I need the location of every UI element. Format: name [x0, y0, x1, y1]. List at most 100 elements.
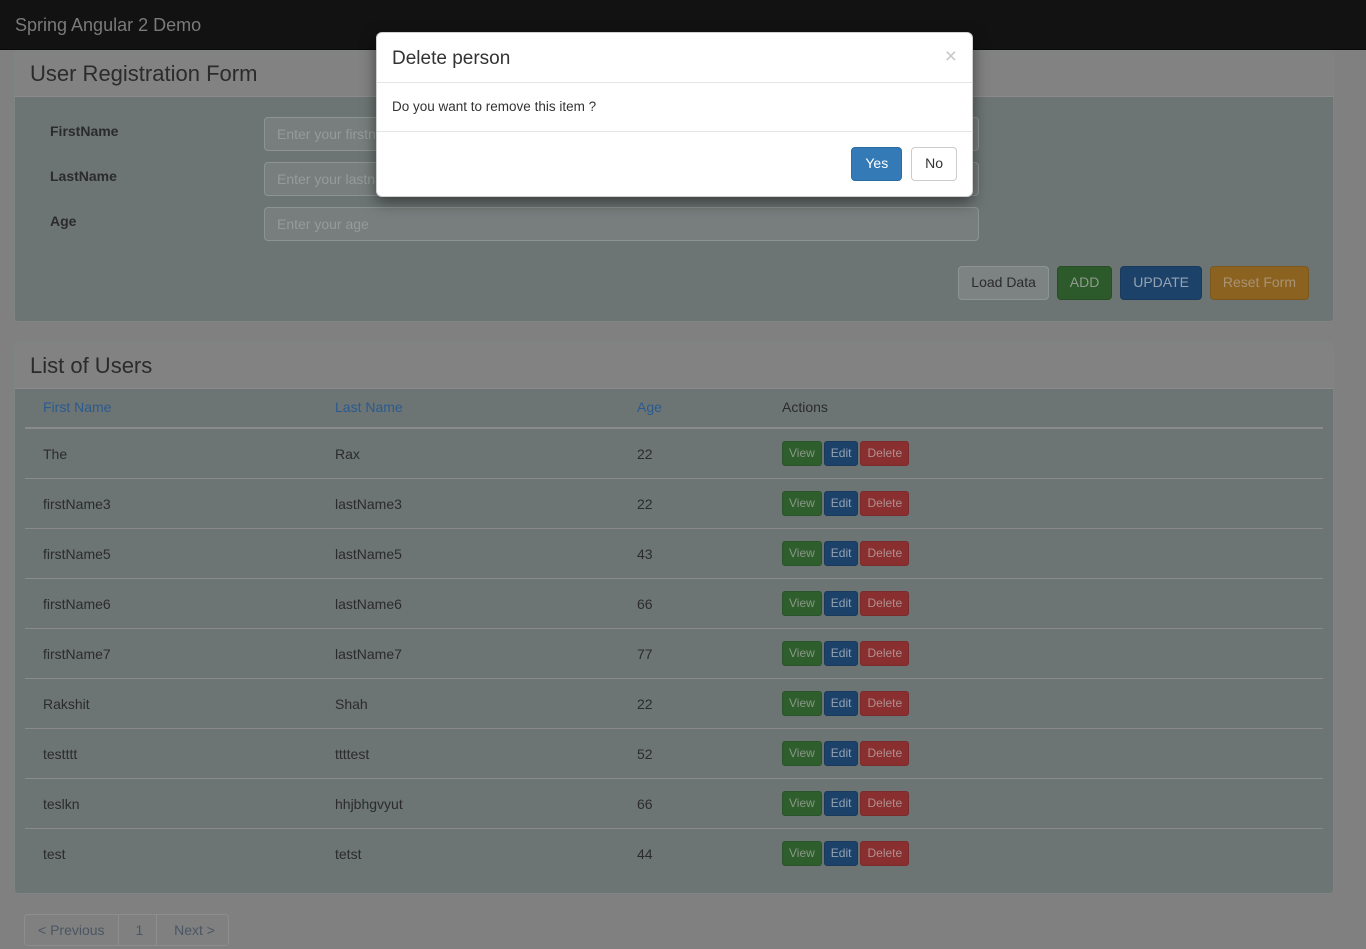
modal-footer: Yes No — [377, 131, 972, 196]
cell-age: 22 — [629, 427, 774, 479]
column-header-first-name[interactable]: First Name — [25, 389, 327, 429]
delete-button[interactable]: Delete — [860, 641, 910, 666]
cell-age: 22 — [629, 678, 774, 729]
modal-body: Do you want to remove this item ? — [377, 83, 972, 131]
confirm-yes-button[interactable]: Yes — [851, 147, 903, 181]
edit-button[interactable]: Edit — [823, 791, 859, 816]
cell-actions: View Edit Delete — [774, 778, 1323, 829]
cell-age: 43 — [629, 528, 774, 579]
cell-last-name: Shah — [327, 678, 629, 729]
users-table-head: First Name Last Name Age Actions — [25, 389, 1323, 429]
cell-last-name: lastName7 — [327, 628, 629, 679]
pagination-next[interactable]: Next > — [161, 915, 228, 945]
cell-last-name: lastName6 — [327, 578, 629, 629]
cell-actions: View Edit Delete — [774, 578, 1323, 629]
cell-first-name: test — [25, 828, 327, 878]
add-button[interactable]: ADD — [1056, 266, 1113, 300]
sort-first-name-link[interactable]: First Name — [43, 399, 111, 415]
view-button[interactable]: View — [782, 491, 822, 516]
cancel-no-button[interactable]: No — [911, 147, 957, 181]
cell-actions: View Edit Delete — [774, 628, 1323, 679]
form-buttons-group: Load Data ADD UPDATE Reset Form — [954, 266, 1309, 300]
view-button[interactable]: View — [782, 591, 822, 616]
view-button[interactable]: View — [782, 441, 822, 466]
edit-button[interactable]: Edit — [823, 591, 859, 616]
column-header-age[interactable]: Age — [629, 389, 774, 429]
modal-title: Delete person — [392, 48, 511, 69]
delete-button[interactable]: Delete — [860, 491, 910, 516]
edit-button[interactable]: Edit — [823, 691, 859, 716]
table-row: test tetst 44 View Edit Delete — [25, 828, 1323, 878]
view-button[interactable]: View — [782, 691, 822, 716]
table-row: firstName5 lastName5 43 View Edit Delete — [25, 528, 1323, 579]
view-button[interactable]: View — [782, 741, 822, 766]
cell-actions: View Edit Delete — [774, 728, 1323, 779]
sort-last-name-link[interactable]: Last Name — [335, 399, 403, 415]
cell-first-name: firstName3 — [25, 478, 327, 529]
users-table-body: The Rax 22 View Edit Delete firstName3 lastName… — [25, 427, 1323, 878]
edit-button[interactable]: Edit — [823, 841, 859, 866]
sort-age-link[interactable]: Age — [637, 399, 662, 415]
edit-button[interactable]: Edit — [823, 441, 859, 466]
cell-age: 66 — [629, 778, 774, 829]
view-button[interactable]: View — [782, 641, 822, 666]
age-label: Age — [50, 213, 77, 229]
edit-button[interactable]: Edit — [823, 541, 859, 566]
column-header-last-name[interactable]: Last Name — [327, 389, 629, 429]
reset-form-button[interactable]: Reset Form — [1209, 266, 1309, 300]
table-row: firstName3 lastName3 22 View Edit Delete — [25, 478, 1323, 529]
view-button[interactable]: View — [782, 541, 822, 566]
cell-actions: View Edit Delete — [774, 678, 1323, 729]
cell-first-name: teslkn — [25, 778, 327, 829]
users-table-wrap: First Name Last Name Age Actions TheRax — [15, 389, 1333, 893]
cell-last-name: lastName5 — [327, 528, 629, 579]
cell-first-name: testttt — [25, 728, 327, 779]
cell-age: 77 — [629, 628, 774, 679]
table-row: The Rax 22 View Edit Delete — [25, 427, 1323, 479]
edit-button[interactable]: Edit — [823, 641, 859, 666]
actions-header-label: Actions — [782, 399, 828, 415]
age-input-wrap — [264, 207, 979, 241]
edit-button[interactable]: Edit — [823, 491, 859, 516]
cell-actions: View Edit Delete — [774, 427, 1323, 479]
view-button[interactable]: View — [782, 841, 822, 866]
pagination: < Previous 1 Next > — [24, 914, 229, 946]
delete-button[interactable]: Delete — [860, 741, 910, 766]
table-row: firstName7 lastName7 77 View Edit Delete — [25, 628, 1323, 679]
update-button[interactable]: UPDATE — [1120, 266, 1202, 300]
table-row: Rakshit Shah 22 View Edit Delete — [25, 678, 1323, 729]
edit-button[interactable]: Edit — [823, 741, 859, 766]
cell-last-name: hhjbhgvyut — [327, 778, 629, 829]
pagination-page-1[interactable]: 1 — [122, 915, 158, 945]
cell-first-name: firstName5 — [25, 528, 327, 579]
age-input[interactable] — [264, 207, 979, 241]
cell-first-name: Rakshit — [25, 678, 327, 729]
delete-button[interactable]: Delete — [860, 441, 910, 466]
cell-age: 22 — [629, 478, 774, 529]
view-button[interactable]: View — [782, 791, 822, 816]
form-group-age: Age — [30, 202, 1318, 247]
delete-button[interactable]: Delete — [860, 791, 910, 816]
load-data-button[interactable]: Load Data — [958, 266, 1049, 300]
cell-actions: View Edit Delete — [774, 828, 1323, 878]
cell-age: 44 — [629, 828, 774, 878]
navbar-brand[interactable]: Spring Angular 2 Demo — [15, 0, 201, 50]
table-row: firstName6 lastName6 66 View Edit Delete — [25, 578, 1323, 629]
cell-actions: View Edit Delete — [774, 528, 1323, 579]
list-title: List of Users — [30, 353, 153, 378]
cell-last-name: ttttest — [327, 728, 629, 779]
delete-button[interactable]: Delete — [860, 691, 910, 716]
delete-button[interactable]: Delete — [860, 591, 910, 616]
cell-first-name: The — [25, 427, 327, 479]
delete-person-modal: Delete person × Do you want to remove th… — [376, 32, 973, 197]
list-panel-heading: List of Users — [15, 343, 1333, 389]
delete-button[interactable]: Delete — [860, 841, 910, 866]
close-icon[interactable]: × — [945, 46, 957, 67]
table-header-row: First Name Last Name Age Actions — [25, 389, 1323, 429]
pagination-previous[interactable]: < Previous — [25, 915, 119, 945]
modal-message: Do you want to remove this item ? — [392, 99, 597, 114]
form-actions-row: Load Data ADD UPDATE Reset Form — [30, 266, 1318, 306]
table-row: testttt ttttest 52 View Edit Delete — [25, 728, 1323, 779]
lastname-label: LastName — [50, 168, 117, 184]
delete-button[interactable]: Delete — [860, 541, 910, 566]
